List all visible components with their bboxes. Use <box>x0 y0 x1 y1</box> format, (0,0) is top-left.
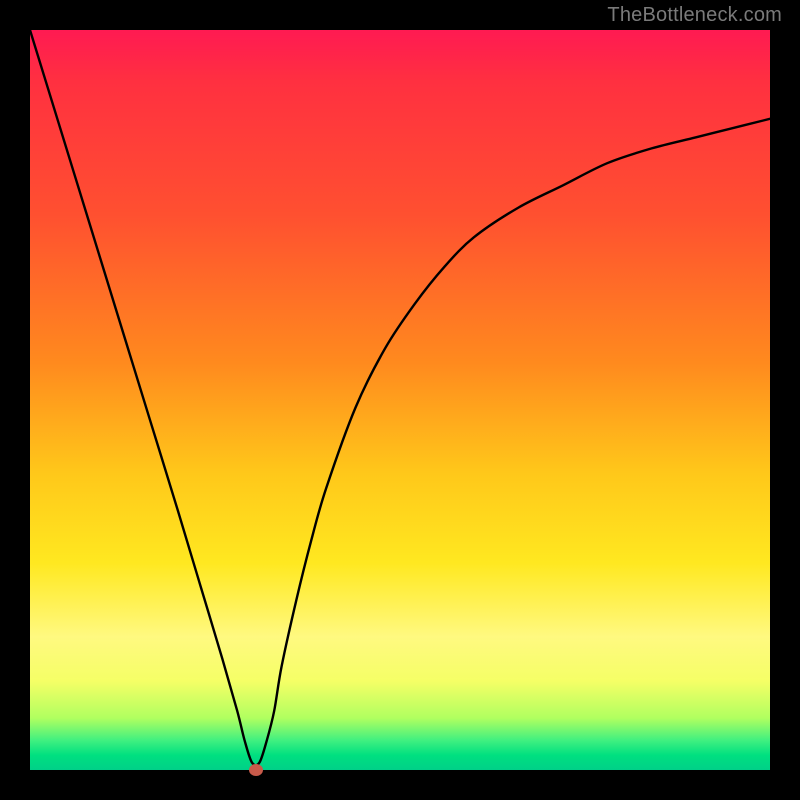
bottleneck-curve <box>30 30 770 770</box>
watermark-text: TheBottleneck.com <box>607 4 782 27</box>
plot-area <box>30 30 770 770</box>
chart-container: TheBottleneck.com <box>0 0 800 800</box>
optimal-point-marker <box>249 764 263 776</box>
